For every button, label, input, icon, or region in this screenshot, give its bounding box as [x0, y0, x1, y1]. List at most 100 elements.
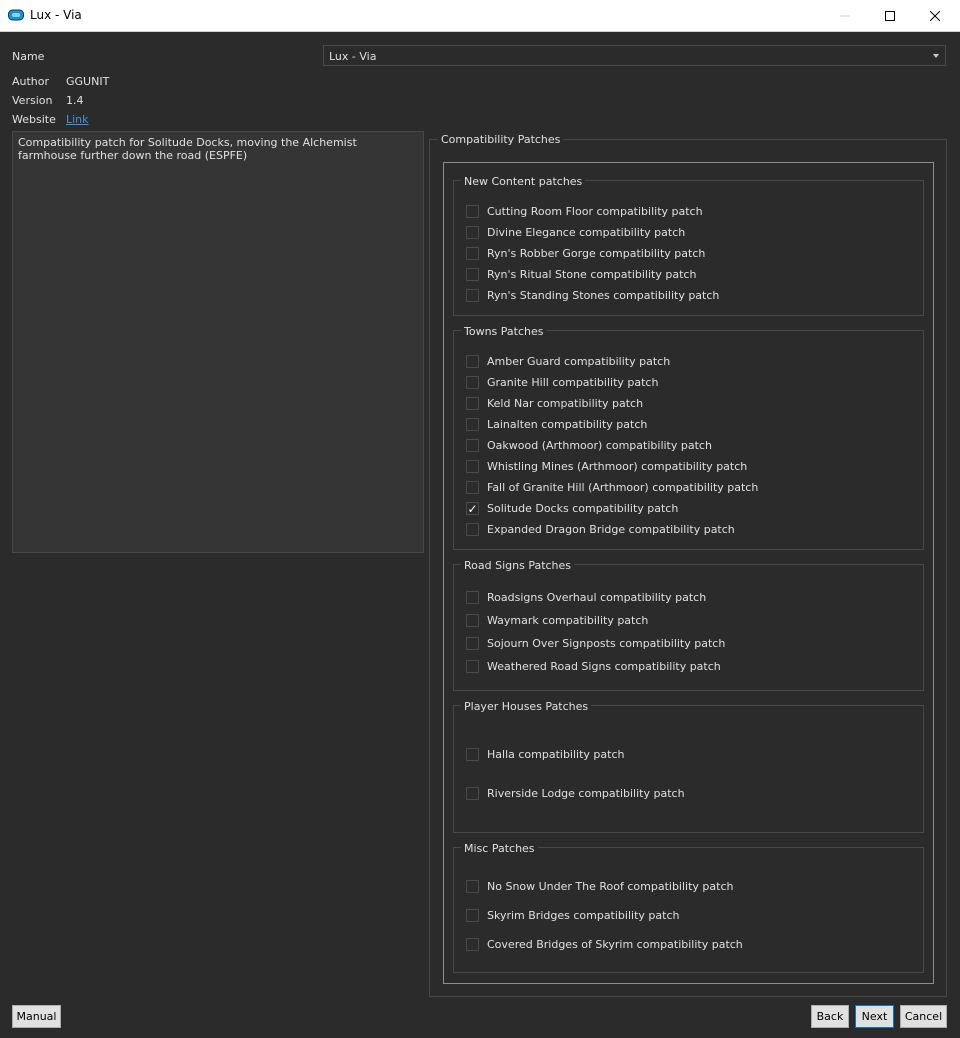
patch-option[interactable]: Ryn's Standing Stones compatibility patc… — [466, 287, 719, 304]
patch-option-label: No Snow Under The Roof compatibility pat… — [487, 880, 734, 893]
title-bar: Lux - Via — [0, 0, 960, 32]
checkbox[interactable] — [466, 397, 479, 410]
patch-option[interactable]: No Snow Under The Roof compatibility pat… — [466, 878, 733, 895]
chevron-down-icon — [933, 54, 939, 58]
description-box[interactable]: Compatibility patch for Solitude Docks, … — [12, 131, 424, 553]
maximize-button[interactable] — [867, 0, 913, 31]
name-dropdown[interactable]: Lux - Via — [323, 45, 946, 66]
patch-option[interactable]: Waymark compatibility patch — [466, 612, 648, 629]
checkbox[interactable] — [466, 614, 479, 627]
patch-option[interactable]: Weathered Road Signs compatibility patch — [466, 658, 721, 675]
patch-option-label: Expanded Dragon Bridge compatibility pat… — [487, 523, 735, 536]
author-value: GGUNIT — [66, 75, 110, 88]
patch-option[interactable]: Fall of Granite Hill (Arthmoor) compatib… — [466, 479, 758, 496]
checkbox[interactable] — [466, 376, 479, 389]
patch-option[interactable]: Amber Guard compatibility patch — [466, 353, 670, 370]
patch-option-label: Solitude Docks compatibility patch — [487, 502, 679, 515]
name-label: Name — [12, 50, 45, 63]
window-title: Lux - Via — [30, 8, 82, 22]
patch-option[interactable]: Divine Elegance compatibility patch — [466, 224, 685, 241]
patch-option-label: Oakwood (Arthmoor) compatibility patch — [487, 439, 712, 452]
version-label: Version — [12, 94, 53, 107]
checkbox[interactable] — [466, 247, 479, 260]
patch-option[interactable]: Skyrim Bridges compatibility patch — [466, 907, 679, 924]
patch-option-label: Riverside Lodge compatibility patch — [487, 787, 685, 800]
patch-group-title: New Content patches — [461, 175, 586, 188]
patch-option[interactable]: Ryn's Ritual Stone compatibility patch — [466, 266, 696, 283]
patch-option[interactable]: Halla compatibility patch — [466, 746, 624, 763]
patch-option[interactable]: Covered Bridges of Skyrim compatibility … — [466, 936, 743, 953]
version-value: 1.4 — [66, 94, 84, 107]
checkbox[interactable] — [466, 591, 479, 604]
checkbox[interactable] — [466, 787, 479, 800]
checkmark-icon: ✓ — [467, 501, 478, 516]
minimize-button[interactable] — [822, 0, 868, 31]
checkbox[interactable] — [466, 418, 479, 431]
patch-option-label: Skyrim Bridges compatibility patch — [487, 909, 680, 922]
patch-group-title: Player Houses Patches — [461, 700, 592, 713]
next-button[interactable]: Next — [855, 1005, 894, 1028]
patch-option[interactable]: Sojourn Over Signposts compatibility pat… — [466, 635, 725, 652]
maximize-icon — [885, 10, 895, 21]
patch-group-title: Towns Patches — [461, 325, 547, 338]
patch-option[interactable]: Keld Nar compatibility patch — [466, 395, 643, 412]
patch-option-label: Whistling Mines (Arthmoor) compatibility… — [487, 460, 748, 473]
compatibility-patches-title: Compatibility Patches — [438, 133, 564, 146]
checkbox[interactable] — [466, 880, 479, 893]
back-button[interactable]: Back — [811, 1005, 849, 1028]
patch-option-label: Granite Hill compatibility patch — [487, 376, 659, 389]
name-dropdown-value: Lux - Via — [329, 50, 377, 63]
checkbox[interactable] — [466, 460, 479, 473]
patch-option[interactable]: Granite Hill compatibility patch — [466, 374, 658, 391]
checkbox[interactable] — [466, 439, 479, 452]
patch-option[interactable]: Cutting Room Floor compatibility patch — [466, 203, 703, 220]
patch-option[interactable]: Lainalten compatibility patch — [466, 416, 647, 433]
close-button[interactable] — [912, 0, 958, 31]
website-link[interactable]: Link — [66, 113, 89, 126]
patch-option[interactable]: Expanded Dragon Bridge compatibility pat… — [466, 521, 735, 538]
checkbox[interactable] — [466, 226, 479, 239]
patch-group-title: Misc Patches — [461, 842, 538, 855]
patch-option[interactable]: Ryn's Robber Gorge compatibility patch — [466, 245, 705, 262]
checkbox-checked[interactable]: ✓ — [466, 502, 479, 515]
checkbox[interactable] — [466, 268, 479, 281]
patch-group-title: Road Signs Patches — [461, 559, 575, 572]
patch-option-label: Covered Bridges of Skyrim compatibility … — [487, 938, 743, 951]
minimize-icon — [840, 15, 850, 16]
patch-option-label: Ryn's Robber Gorge compatibility patch — [487, 247, 706, 260]
patch-option-label: Ryn's Standing Stones compatibility patc… — [487, 289, 720, 302]
close-icon — [930, 10, 940, 21]
patch-option-label: Sojourn Over Signposts compatibility pat… — [487, 637, 726, 650]
manual-button[interactable]: Manual — [12, 1005, 61, 1028]
checkbox[interactable] — [466, 205, 479, 218]
checkbox[interactable] — [466, 637, 479, 650]
checkbox[interactable] — [466, 289, 479, 302]
patch-option-label: Cutting Room Floor compatibility patch — [487, 205, 703, 218]
patch-option-label: Weathered Road Signs compatibility patch — [487, 660, 721, 673]
checkbox[interactable] — [466, 938, 479, 951]
patch-option[interactable]: Riverside Lodge compatibility patch — [466, 785, 685, 802]
patch-option-label: Ryn's Ritual Stone compatibility patch — [487, 268, 697, 281]
author-label: Author — [12, 75, 50, 88]
checkbox[interactable] — [466, 909, 479, 922]
patch-option-label: Amber Guard compatibility patch — [487, 355, 671, 368]
checkbox[interactable] — [466, 523, 479, 536]
patch-option-label: Roadsigns Overhaul compatibility patch — [487, 591, 707, 604]
patch-option-label: Divine Elegance compatibility patch — [487, 226, 686, 239]
checkbox[interactable] — [466, 355, 479, 368]
patch-option[interactable]: Oakwood (Arthmoor) compatibility patch — [466, 437, 712, 454]
cancel-button[interactable]: Cancel — [900, 1005, 947, 1028]
mod-organizer-icon — [8, 9, 24, 21]
patch-option-label: Waymark compatibility patch — [487, 614, 649, 627]
patch-option-label: Fall of Granite Hill (Arthmoor) compatib… — [487, 481, 759, 494]
patch-option[interactable]: Roadsigns Overhaul compatibility patch — [466, 589, 706, 606]
patch-group-box — [453, 705, 924, 833]
patch-option[interactable]: Whistling Mines (Arthmoor) compatibility… — [466, 458, 747, 475]
checkbox[interactable] — [466, 481, 479, 494]
patch-option-label: Keld Nar compatibility patch — [487, 397, 644, 410]
patch-option[interactable]: ✓ Solitude Docks compatibility patch — [466, 500, 678, 517]
checkbox[interactable] — [466, 748, 479, 761]
patch-option-label: Halla compatibility patch — [487, 748, 625, 761]
website-label: Website — [12, 113, 56, 126]
checkbox[interactable] — [466, 660, 479, 673]
